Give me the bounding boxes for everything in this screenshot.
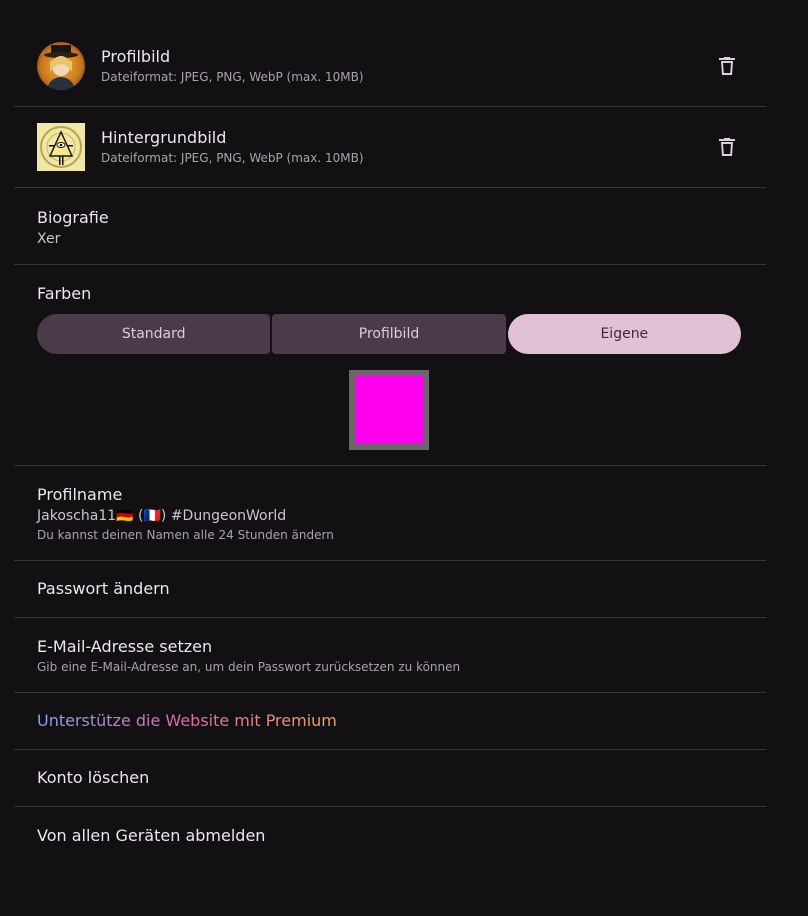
custom-color-swatch-container (37, 370, 741, 450)
delete-account-title: Konto löschen (37, 768, 150, 787)
profile-picture-format-hint: Dateiformat: JPEG, PNG, WebP (max. 10MB) (101, 70, 364, 84)
biography-value: Xer (37, 231, 61, 247)
trash-icon[interactable] (715, 135, 739, 159)
color-mode-profile-picture-button[interactable]: Profilbild (272, 314, 506, 354)
profile-name-title: Profilname (37, 485, 123, 504)
biography-title: Biografie (37, 208, 109, 227)
background-picture-text: Hintergrundbild Dateiformat: JPEG, PNG, … (101, 128, 715, 166)
background-picture-row[interactable]: Hintergrundbild Dateiformat: JPEG, PNG, … (14, 107, 766, 188)
color-mode-custom-button[interactable]: Eigene (507, 314, 741, 354)
premium-row[interactable]: Unterstütze die Website mit Premium (14, 693, 766, 750)
profile-name-value: Jakoscha11🇩🇪 (🇫🇷) #DungeonWorld (37, 508, 287, 524)
settings-list: Profilbild Dateiformat: JPEG, PNG, WebP … (14, 26, 766, 864)
background-picture-format-hint: Dateiformat: JPEG, PNG, WebP (max. 10MB) (101, 151, 364, 165)
profile-name-hint: Du kannst deinen Namen alle 24 Stunden ä… (37, 528, 334, 542)
logout-all-devices-title: Von allen Geräten abmelden (37, 825, 266, 845)
colors-row: Farben Standard Profilbild Eigene (14, 265, 766, 466)
custom-color-swatch[interactable] (349, 370, 429, 450)
profile-picture-text: Profilbild Dateiformat: JPEG, PNG, WebP … (101, 47, 715, 85)
profile-picture-thumbnail[interactable] (37, 42, 85, 90)
change-password-title: Passwort ändern (37, 579, 170, 598)
profile-picture-row[interactable]: Profilbild Dateiformat: JPEG, PNG, WebP … (14, 26, 766, 107)
delete-account-row[interactable]: Konto löschen (14, 750, 766, 807)
biography-row[interactable]: Biografie Xer (14, 188, 766, 265)
background-picture-title: Hintergrundbild (101, 128, 227, 147)
color-mode-standard-button[interactable]: Standard (37, 314, 271, 354)
color-mode-segmented-control: Standard Profilbild Eigene (37, 314, 741, 354)
set-email-hint: Gib eine E-Mail-Adresse an, um dein Pass… (37, 660, 461, 674)
set-email-row[interactable]: E-Mail-Adresse setzen Gib eine E-Mail-Ad… (14, 618, 766, 693)
logout-all-devices-row[interactable]: Von allen Geräten abmelden (14, 807, 766, 864)
colors-title: Farben (37, 284, 92, 303)
premium-link[interactable]: Unterstütze die Website mit Premium (37, 711, 337, 731)
background-picture-thumbnail[interactable] (37, 123, 85, 171)
change-password-row[interactable]: Passwort ändern (14, 561, 766, 618)
set-email-title: E-Mail-Adresse setzen (37, 637, 213, 656)
trash-icon[interactable] (715, 54, 739, 78)
profile-picture-title: Profilbild (101, 47, 171, 66)
profile-name-row[interactable]: Profilname Jakoscha11🇩🇪 (🇫🇷) #DungeonWor… (14, 466, 766, 561)
